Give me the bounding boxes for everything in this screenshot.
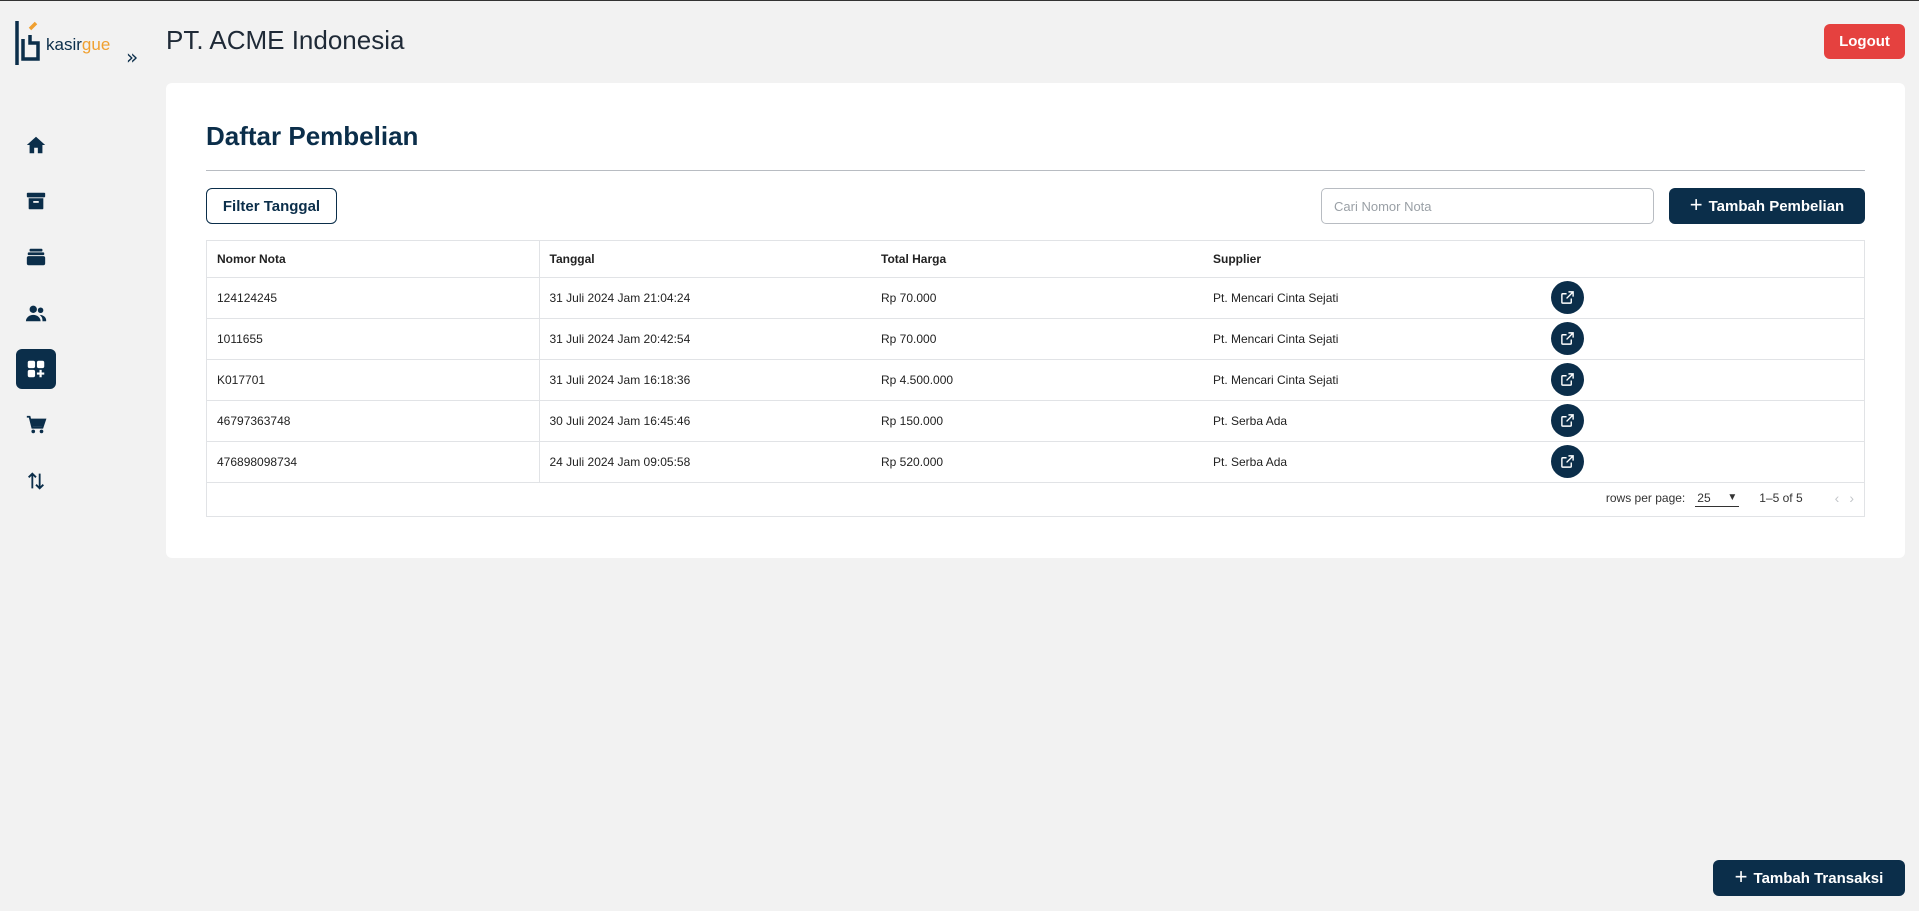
nav-users[interactable] bbox=[16, 293, 56, 333]
plus-icon: + bbox=[1734, 864, 1748, 889]
column-header-nota[interactable]: Nomor Nota bbox=[207, 241, 540, 278]
table-header-row: Nomor Nota Tanggal Total Harga Supplier bbox=[207, 241, 1864, 278]
users-icon bbox=[25, 305, 47, 322]
cell-total: Rp 520.000 bbox=[871, 441, 1203, 483]
sidebar: kasirgue » bbox=[0, 1, 150, 911]
nav-archive[interactable] bbox=[16, 181, 56, 221]
external-link-icon bbox=[1561, 373, 1574, 386]
cell-supplier: Pt. Serba Ada bbox=[1203, 400, 1541, 442]
sort-arrows-icon bbox=[28, 472, 44, 490]
cell-total: Rp 150.000 bbox=[871, 400, 1203, 442]
open-detail-button[interactable] bbox=[1551, 281, 1584, 314]
table-row[interactable]: 1011655 31 Juli 2024 Jam 20:42:54 Rp 70.… bbox=[207, 318, 1864, 360]
cart-icon bbox=[26, 415, 47, 434]
external-link-icon bbox=[1561, 414, 1574, 427]
filter-date-button[interactable]: Filter Tanggal bbox=[206, 188, 337, 224]
cell-nota: 1011655 bbox=[207, 318, 540, 360]
caret-down-icon: ▼ bbox=[1727, 492, 1738, 503]
external-link-icon bbox=[1561, 332, 1574, 345]
logo-text-a: kasir bbox=[46, 35, 82, 54]
expand-sidebar-icon[interactable]: » bbox=[126, 45, 138, 69]
logo-mark-icon bbox=[15, 21, 40, 65]
cell-nota: 476898098734 bbox=[207, 441, 540, 483]
brand-logo[interactable]: kasirgue bbox=[14, 17, 124, 69]
open-detail-button[interactable] bbox=[1551, 445, 1584, 478]
nav-transfer[interactable] bbox=[16, 461, 56, 501]
page-title: Daftar Pembelian bbox=[206, 121, 419, 151]
logout-button[interactable]: Logout bbox=[1824, 24, 1905, 59]
cell-action bbox=[1541, 318, 1864, 360]
cell-nota: 124124245 bbox=[207, 277, 540, 319]
column-header-total[interactable]: Total Harga bbox=[871, 241, 1203, 278]
main-card: Daftar Pembelian Filter Tanggal + Tambah… bbox=[166, 83, 1905, 558]
nav-home[interactable] bbox=[16, 125, 56, 165]
add-purchase-button[interactable]: + Tambah Pembelian bbox=[1669, 188, 1865, 224]
logo-text-b: gue bbox=[81, 35, 111, 54]
open-detail-button[interactable] bbox=[1551, 322, 1584, 355]
table-row[interactable]: K017701 31 Juli 2024 Jam 16:18:36 Rp 4.5… bbox=[207, 359, 1864, 401]
cell-tanggal: 30 Juli 2024 Jam 16:45:46 bbox=[539, 400, 871, 442]
cell-action bbox=[1541, 400, 1864, 442]
logo-text: kasirgue bbox=[46, 35, 110, 55]
cell-supplier: Pt. Mencari Cinta Sejati bbox=[1203, 318, 1541, 360]
table-row[interactable]: 476898098734 24 Juli 2024 Jam 09:05:58 R… bbox=[207, 441, 1864, 483]
cell-supplier: Pt. Serba Ada bbox=[1203, 441, 1541, 483]
nav-stock[interactable] bbox=[16, 237, 56, 277]
external-link-icon bbox=[1561, 455, 1574, 468]
prev-page-icon[interactable]: ‹ bbox=[1835, 490, 1840, 506]
title-divider bbox=[206, 170, 1865, 171]
add-purchase-label: Tambah Pembelian bbox=[1708, 197, 1845, 215]
external-link-icon bbox=[1561, 291, 1574, 304]
nav-cart[interactable] bbox=[16, 405, 56, 445]
company-name: PT. ACME Indonesia bbox=[166, 25, 405, 55]
add-transaction-label: Tambah Transaksi bbox=[1753, 869, 1884, 887]
table-pagination: rows per page: 25 ▼ 1–5 of 5 ‹ › bbox=[207, 480, 1864, 516]
table-row[interactable]: 46797363748 30 Juli 2024 Jam 16:45:46 Rp… bbox=[207, 400, 1864, 442]
next-page-icon[interactable]: › bbox=[1849, 490, 1854, 506]
cell-supplier: Pt. Mencari Cinta Sejati bbox=[1203, 359, 1541, 401]
cell-action bbox=[1541, 441, 1864, 483]
purchase-table-grid: Nomor Nota Tanggal Total Harga Supplier … bbox=[207, 241, 1864, 483]
cell-nota: 46797363748 bbox=[207, 400, 540, 442]
open-detail-button[interactable] bbox=[1551, 404, 1584, 437]
purchase-table: Nomor Nota Tanggal Total Harga Supplier … bbox=[206, 240, 1865, 517]
cell-tanggal: 31 Juli 2024 Jam 20:42:54 bbox=[539, 318, 871, 360]
home-icon bbox=[26, 136, 46, 154]
cell-action bbox=[1541, 277, 1864, 319]
plus-icon: + bbox=[1689, 192, 1703, 217]
cell-tanggal: 24 Juli 2024 Jam 09:05:58 bbox=[539, 441, 871, 483]
add-transaction-button[interactable]: + Tambah Transaksi bbox=[1713, 860, 1905, 896]
cell-total: Rp 4.500.000 bbox=[871, 359, 1203, 401]
cell-supplier: Pt. Mencari Cinta Sejati bbox=[1203, 277, 1541, 319]
search-input[interactable] bbox=[1321, 188, 1654, 224]
stack-icon bbox=[26, 248, 46, 266]
archive-icon bbox=[26, 192, 46, 210]
cell-total: Rp 70.000 bbox=[871, 277, 1203, 319]
cell-total: Rp 70.000 bbox=[871, 318, 1203, 360]
column-header-tanggal[interactable]: Tanggal bbox=[539, 241, 871, 278]
cell-tanggal: 31 Juli 2024 Jam 16:18:36 bbox=[539, 359, 871, 401]
column-header-supplier[interactable]: Supplier bbox=[1203, 241, 1541, 278]
cell-tanggal: 31 Juli 2024 Jam 21:04:24 bbox=[539, 277, 871, 319]
table-row[interactable]: 124124245 31 Juli 2024 Jam 21:04:24 Rp 7… bbox=[207, 277, 1864, 319]
apps-add-icon bbox=[27, 360, 45, 378]
rows-per-page-label: rows per page: bbox=[1605, 491, 1686, 505]
pagination-range: 1–5 of 5 bbox=[1759, 491, 1803, 505]
cell-action bbox=[1541, 359, 1864, 401]
cell-nota: K017701 bbox=[207, 359, 540, 401]
rows-per-page-value: 25 bbox=[1697, 490, 1711, 505]
rows-per-page-select[interactable]: 25 ▼ bbox=[1695, 489, 1740, 507]
open-detail-button[interactable] bbox=[1551, 363, 1584, 396]
nav-pembelian[interactable] bbox=[16, 349, 56, 389]
column-header-action bbox=[1541, 241, 1864, 278]
